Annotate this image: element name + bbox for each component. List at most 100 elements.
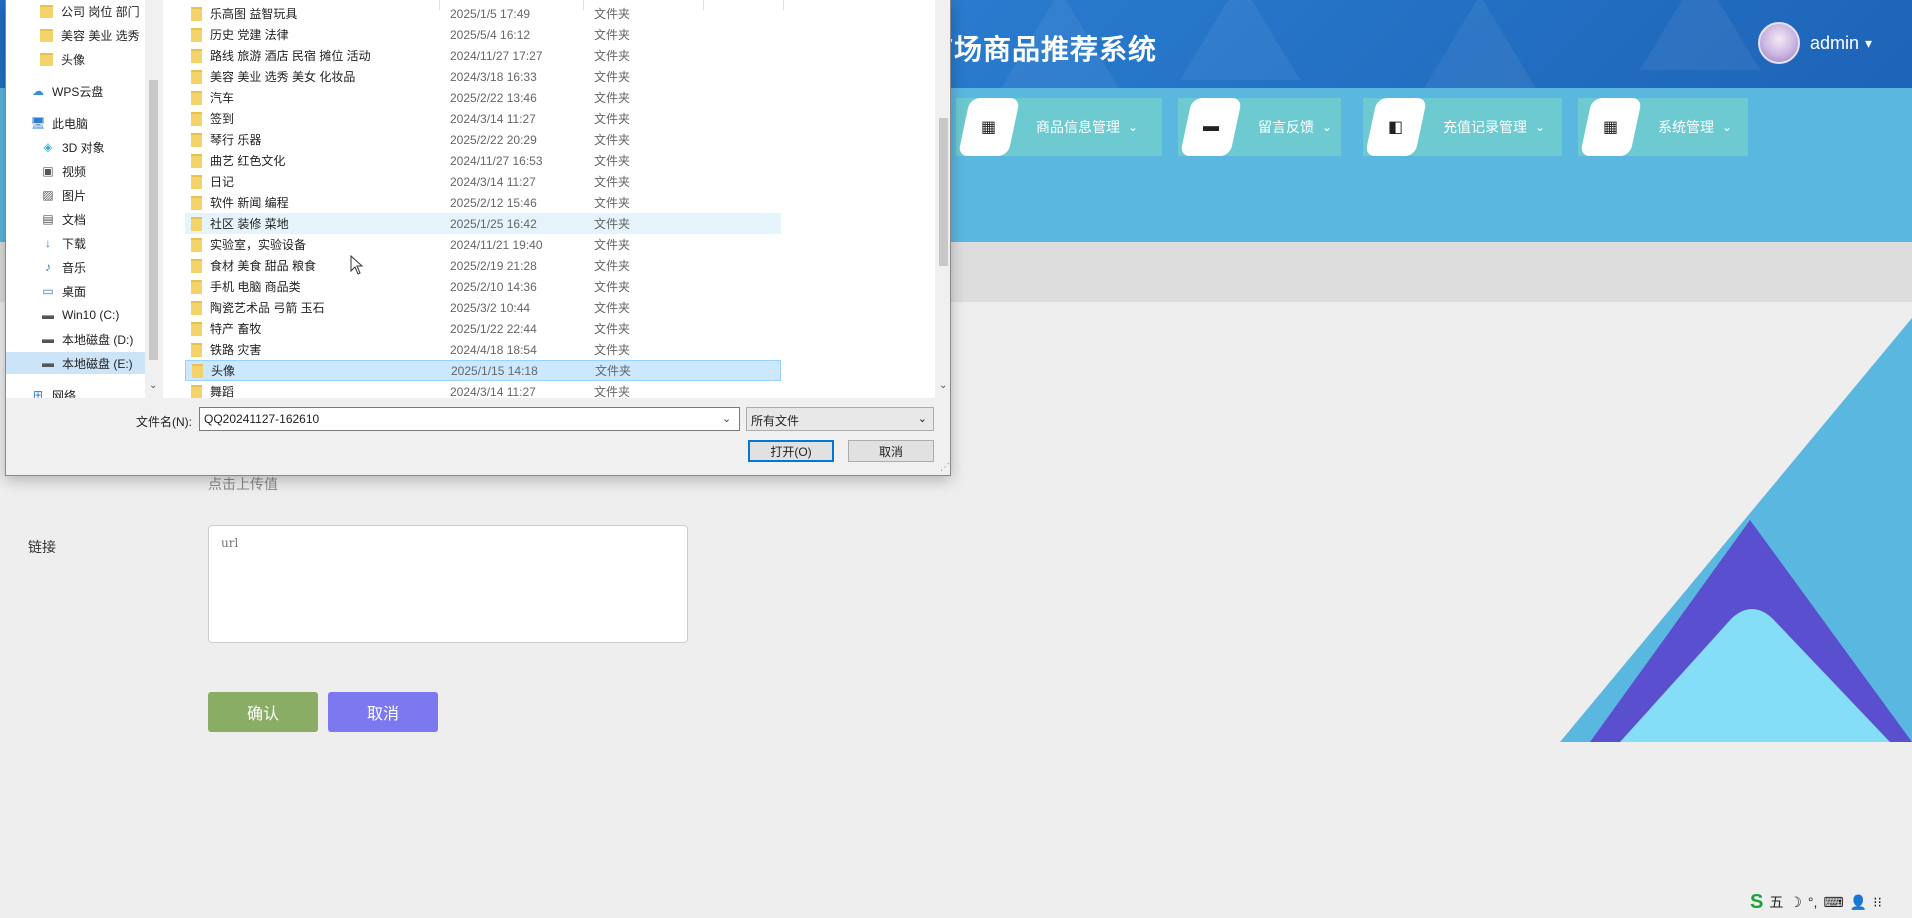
confirm-button[interactable]: 确认 — [208, 692, 318, 732]
grid-icon: ▦ — [981, 119, 997, 136]
file-row[interactable]: 陶瓷艺术品 弓箭 玉石 2025/3/2 10:44 文件夹 — [185, 297, 781, 318]
header-decoration — [1420, 0, 1540, 88]
chevron-down-icon: ⌄ — [1322, 120, 1333, 134]
tree-item[interactable]: ▨ 图片 — [40, 184, 86, 206]
header-decoration — [1180, 0, 1300, 80]
tree-item[interactable]: ▭ 桌面 — [40, 280, 86, 302]
tree-item[interactable]: 头像 — [40, 48, 85, 70]
picture-icon: ▨ — [42, 188, 54, 202]
file-row[interactable]: 签到 2024/3/14 11:27 文件夹 — [185, 108, 781, 129]
tree-item[interactable]: ▤ 文档 — [40, 208, 86, 230]
open-button[interactable]: 打开(O) — [748, 440, 834, 462]
user-icon[interactable]: 👤 — [1850, 894, 1867, 911]
folder-icon — [40, 4, 53, 18]
tree-item[interactable]: ▬ Win10 (C:) — [40, 304, 119, 326]
file-row[interactable]: 曲艺 红色文化 2024/11/27 16:53 文件夹 — [185, 150, 781, 171]
tree-item[interactable]: 美容 美业 选秀 — [40, 24, 140, 46]
folder-icon — [191, 237, 202, 252]
folder-icon — [191, 258, 202, 273]
nav-label: 商品信息管理 — [1036, 119, 1120, 135]
file-row[interactable]: 食材 美食 甜品 粮食 2025/2/19 21:28 文件夹 — [185, 255, 781, 276]
nav-item-feedback[interactable]: ▬ 留言反馈 ⌄ — [1178, 98, 1341, 156]
upload-hint[interactable]: 点击上传值 — [208, 474, 278, 494]
file-row[interactable]: 乐高图 益智玩具 2025/1/5 17:49 文件夹 — [185, 3, 781, 24]
file-row[interactable]: 汽车 2025/2/22 13:46 文件夹 — [185, 87, 781, 108]
tree-item-wps-cloud[interactable]: ☁ WPS云盘 — [30, 80, 103, 102]
nav-label: 系统管理 — [1658, 119, 1714, 135]
tree-item-this-pc[interactable]: 🖥 此电脑 — [30, 112, 88, 134]
navigation-pane: 公司 岗位 部门 美容 美业 选秀 头像 ☁ WPS云盘 🖥 此电脑 ◈ 3D 对象 … — [6, 0, 160, 398]
tree-item[interactable]: ▣ 视频 — [40, 160, 86, 182]
chevron-down-icon[interactable]: ⌄ — [722, 412, 731, 425]
file-list-scrollbar[interactable]: ⌄ — [935, 0, 950, 398]
folder-icon — [191, 90, 202, 105]
tree-item[interactable]: ◈ 3D 对象 — [40, 136, 104, 158]
dialog-cancel-button[interactable]: 取消 — [848, 440, 934, 462]
file-row-hovered[interactable]: 社区 装修 菜地 2025/1/25 16:42 文件夹 — [185, 213, 781, 234]
folder-icon — [191, 342, 202, 357]
username[interactable]: admin — [1810, 33, 1859, 54]
tree-item[interactable]: 公司 岗位 部门 — [40, 0, 140, 22]
scroll-thumb[interactable] — [939, 118, 948, 266]
file-row[interactable]: 历史 党建 法律 2025/5/4 16:12 文件夹 — [185, 24, 781, 45]
grid-icon: ▦ — [1603, 119, 1619, 136]
file-row[interactable]: 手机 电脑 商品类 2025/2/10 14:36 文件夹 — [185, 276, 781, 297]
avatar[interactable] — [1758, 22, 1800, 64]
link-textarea[interactable] — [208, 525, 688, 643]
folder-icon — [191, 6, 202, 21]
file-row[interactable]: 铁路 灾害 2024/4/18 18:54 文件夹 — [185, 339, 781, 360]
column-divider[interactable] — [783, 0, 784, 10]
scroll-thumb[interactable] — [149, 80, 158, 360]
filename-input[interactable] — [199, 407, 740, 431]
folder-icon — [191, 195, 202, 210]
nav-scrollbar[interactable]: ⌄ — [145, 0, 160, 398]
nav-item-recharge[interactable]: ◧ 充值记录管理 ⌄ — [1363, 98, 1562, 156]
file-type-value: 所有文件 — [751, 414, 800, 428]
nav-item-product-info[interactable]: ▦ 商品信息管理 ⌄ — [956, 98, 1162, 156]
folder-icon — [191, 48, 202, 63]
resize-grip-icon[interactable]: ⋰ — [940, 462, 950, 473]
folder-icon — [191, 27, 202, 42]
nav-item-system[interactable]: ▦ 系统管理 ⌄ — [1578, 98, 1748, 156]
app-title: 市场商品推荐系统 — [925, 34, 1158, 65]
desktop-icon: ▭ — [42, 284, 54, 298]
file-row-selected[interactable]: 头像 2025/1/15 14:18 文件夹 — [185, 360, 781, 381]
file-row[interactable]: 软件 新闻 编程 2025/2/12 15:46 文件夹 — [185, 192, 781, 213]
chevron-down-icon: ⌄ — [1535, 120, 1546, 134]
file-row[interactable]: 特产 畜牧 2025/1/22 22:44 文件夹 — [185, 318, 781, 339]
computer-icon: 🖥 — [30, 116, 46, 130]
file-row[interactable]: 美容 美业 选秀 美女 化妆品 2024/3/18 16:33 文件夹 — [185, 66, 781, 87]
video-icon: ▣ — [42, 164, 54, 178]
chevron-down-icon[interactable]: ⌄ — [149, 380, 157, 391]
user-menu[interactable]: admin ▾ — [1758, 22, 1872, 64]
file-row[interactable]: 日记 2024/3/14 11:27 文件夹 — [185, 171, 781, 192]
punctuation-icon[interactable]: °, — [1808, 894, 1818, 910]
moon-icon[interactable]: ☽ — [1789, 894, 1802, 911]
file-row[interactable]: 琴行 乐器 2025/2/22 20:29 文件夹 — [185, 129, 781, 150]
chevron-down-icon[interactable]: ⌄ — [939, 380, 947, 391]
header-decoration — [1640, 0, 1760, 70]
menu-icon[interactable]: ⁝⁝ — [1873, 894, 1882, 911]
file-list: 乐高图 益智玩具 2025/1/5 17:49 文件夹 历史 党建 法律 2025/5… — [163, 0, 939, 398]
drive-icon: ▬ — [42, 308, 54, 322]
nav-label: 留言反馈 — [1258, 119, 1314, 135]
folder-icon — [191, 216, 202, 231]
chevron-down-icon[interactable]: ▾ — [1865, 35, 1872, 52]
tree-item[interactable]: ▬ 本地磁盘 (D:) — [40, 328, 133, 350]
file-row[interactable]: 路线 旅游 酒店 民宿 摊位 活动 2024/11/27 17:27 文件夹 — [185, 45, 781, 66]
keyboard-icon[interactable]: ⌨ — [1823, 894, 1843, 911]
briefcase-icon: ▬ — [1203, 118, 1219, 135]
folder-icon — [191, 384, 202, 398]
ime-mode[interactable]: 五 — [1769, 892, 1783, 912]
file-type-select[interactable]: 所有文件 ⌄ — [746, 407, 934, 431]
cancel-button[interactable]: 取消 — [328, 692, 438, 732]
ime-logo-icon[interactable]: S — [1750, 891, 1763, 914]
tree-item[interactable]: ⊞ 网络 — [30, 384, 76, 398]
tree-item[interactable]: ♪ 音乐 — [40, 256, 86, 278]
file-row[interactable]: 舞蹈 2024/3/14 11:27 文件夹 — [185, 381, 781, 398]
folder-icon — [191, 174, 202, 189]
file-row[interactable]: 实验室，实验设备 2024/11/21 19:40 文件夹 — [185, 234, 781, 255]
tree-item-selected[interactable]: ▬ 本地磁盘 (E:) — [6, 352, 145, 374]
wallet-icon: ◧ — [1388, 119, 1404, 136]
tree-item[interactable]: ↓ 下载 — [40, 232, 86, 254]
